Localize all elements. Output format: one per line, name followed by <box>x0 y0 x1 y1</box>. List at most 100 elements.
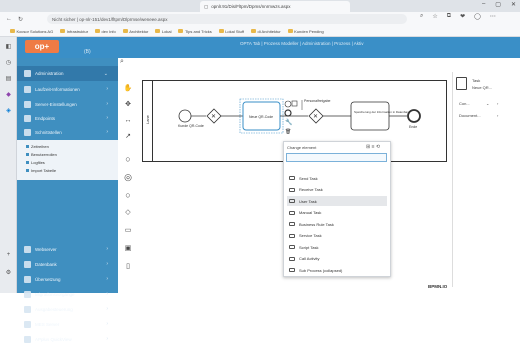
close-icon[interactable]: ✕ <box>511 1 516 8</box>
sidebar-subitem[interactable]: Import Tabelle <box>26 168 56 173</box>
sidebar-item-migration[interactable]: Migrationsvorgänge › <box>17 287 118 301</box>
browser-tab[interactable]: ▢ opnlr.91/Dis/Fltpm/Dpms/nnrmwzs.aspx <box>200 1 350 12</box>
search-icon[interactable]: ⌕ <box>120 58 130 68</box>
task[interactable] <box>350 101 390 131</box>
context-pad-end-icon[interactable] <box>284 109 292 117</box>
bookmark-label: Infrastruktur <box>66 28 89 34</box>
context-pad-event-icon[interactable] <box>284 100 292 108</box>
chevron-icon: › <box>106 321 108 327</box>
sidebar-item-admin[interactable]: Administration ⌄ <box>17 66 118 81</box>
maximize-icon[interactable]: ▢ <box>495 1 501 8</box>
popup-header-icons[interactable]: ⊞ ≡ ⟲ <box>366 144 380 150</box>
address-bar[interactable]: Nicht sicher | op-nlr-151/dev1/fltpm/Dlp… <box>47 14 407 24</box>
change-to-sub-process[interactable]: Sub Process (collapsed) <box>287 265 387 275</box>
zoom-icon[interactable]: ⌕ <box>420 13 423 20</box>
change-to-send-task[interactable]: Send Task <box>287 173 387 183</box>
sidebar-item-label: Endpoints <box>35 115 56 121</box>
sidebar-item-quickview[interactable]: APplus QuickView › <box>17 332 118 346</box>
bookmark-item[interactable]: Kocsor Solutions AG <box>10 29 53 34</box>
intermediate-event-icon[interactable]: ◎ <box>123 172 133 182</box>
start-event[interactable] <box>178 109 192 123</box>
bookmark-item[interactable]: Infrastruktur <box>60 29 88 34</box>
bookmark-label: Lokal Stuff <box>225 28 245 34</box>
lasso-tool-icon[interactable]: ✥ <box>123 100 133 110</box>
hand-tool-icon[interactable]: ✋ <box>123 84 133 94</box>
app-logo: op+ <box>25 40 59 53</box>
bookmark-item[interactable]: dev Info <box>95 29 116 34</box>
url-text: Nicht sicher | op-nlr-151/dev1/fltpm/Dlp… <box>52 16 168 22</box>
sidebar-subitem[interactable]: Logfiles <box>26 160 45 165</box>
chevron-right-icon[interactable]: › <box>497 101 498 106</box>
folder-icon <box>218 29 224 33</box>
history-icon[interactable]: ◷ <box>4 59 13 67</box>
menu-icon[interactable]: ⋯ <box>490 13 496 20</box>
start-event-icon[interactable]: ○ <box>123 154 133 164</box>
collections-icon[interactable]: ◧ <box>4 43 13 51</box>
change-to-business-rule-task[interactable]: Business Rule Task <box>287 219 387 229</box>
profile-icon[interactable]: ◯ <box>474 13 481 20</box>
sidebar-item-runtime[interactable]: Laufzeit-Informationen › <box>17 82 118 96</box>
context-pad-task-icon[interactable] <box>291 100 298 107</box>
bookmark-item[interactable]: Lokal Stuff <box>218 28 245 34</box>
sidebar-item-label: Schnittstellen <box>35 129 62 135</box>
context-pad-wrench-icon[interactable]: 🔧 <box>285 118 292 126</box>
add-icon[interactable]: + <box>4 252 13 260</box>
chevron-icon: ⌄ <box>103 70 108 77</box>
extensions-icon[interactable]: ⧉ <box>447 13 451 20</box>
bookmark-label: Lokal <box>161 28 172 34</box>
end-event[interactable] <box>407 109 421 123</box>
data-object-icon[interactable]: ▯ <box>123 262 133 272</box>
webserver-icon <box>24 245 31 253</box>
sidebar-item-interface[interactable]: Schnittstellen › <box>17 125 118 139</box>
sidebar-item-translation[interactable]: Übersetzung › <box>17 272 118 286</box>
page-icon: ▢ <box>204 3 209 9</box>
sidebar-subitem[interactable]: Zeitreihen <box>26 144 49 149</box>
properties-tab-con[interactable]: Con... <box>459 101 470 106</box>
star-icon[interactable]: ☆ <box>432 13 437 20</box>
element-name-label: Neue QR... <box>472 85 493 90</box>
reload-icon[interactable]: ↻ <box>18 16 23 23</box>
sidebar-item-label: Laufzeit-Informationen <box>35 86 80 92</box>
subprocess-icon[interactable]: ▣ <box>123 244 133 254</box>
reading-icon[interactable]: ▤ <box>4 75 13 83</box>
task-icon[interactable]: ▭ <box>123 226 133 236</box>
gateway-icon[interactable]: ◇ <box>123 208 133 218</box>
sidebar-item-database[interactable]: Datenbank › <box>17 257 118 271</box>
change-to-service-task[interactable]: Service Task <box>287 231 387 241</box>
change-to-call-activity[interactable]: Call Activity <box>287 254 387 264</box>
app-icon[interactable]: ◆ <box>4 91 13 99</box>
space-tool-icon[interactable]: ↔ <box>123 116 133 126</box>
chevron-down-icon[interactable]: ⌄ <box>486 101 489 106</box>
connect-tool-icon[interactable]: ↗ <box>123 132 133 142</box>
change-to-user-task[interactable]: User Task <box>287 196 387 206</box>
sidebar-item-server[interactable]: Server-Einstellungen › <box>17 97 118 111</box>
sidebar-subitem[interactable]: Benutzerrollen <box>26 152 57 157</box>
bookmark-item[interactable]: di Architektur <box>251 29 281 34</box>
sidebar-item-endpoint[interactable]: Endpoints › <box>17 111 118 125</box>
back-icon[interactable]: ← <box>6 16 12 22</box>
bookmark-label: Kocsor Solutions AG <box>16 28 54 34</box>
sidebar-item-mes[interactable]: MES Server › <box>17 317 118 331</box>
chevron-right-icon[interactable]: › <box>497 113 498 118</box>
folder-icon <box>10 29 15 33</box>
sidebar-item-output[interactable]: Ausgabesteuerung › <box>17 302 118 316</box>
settings-icon[interactable]: ⚙ <box>4 269 13 277</box>
folder-icon <box>155 29 161 33</box>
favorites-icon[interactable]: ❤ <box>460 13 465 20</box>
bookmark-item[interactable]: Kunden Pending <box>287 29 324 34</box>
change-to-receive-task[interactable]: Receive Task <box>287 185 387 195</box>
bookmark-item[interactable]: Architektur <box>122 29 148 34</box>
minimize-icon[interactable]: – <box>482 1 485 8</box>
bookmark-item[interactable]: Lokal <box>155 29 171 34</box>
outlook-icon[interactable]: ◈ <box>4 107 13 115</box>
bookmark-item[interactable]: Tips and Tricks <box>178 29 212 34</box>
change-to-script-task[interactable]: Script Task <box>287 242 387 252</box>
sidebar-item-webserver[interactable]: Webserver › <box>17 242 118 256</box>
properties-tab-document[interactable]: Document... <box>459 113 481 118</box>
folder-icon <box>287 29 293 33</box>
context-pad-delete-icon[interactable]: 🗑 <box>285 128 291 135</box>
receive-task-icon <box>289 187 295 192</box>
change-to-manual-task[interactable]: Manual Task <box>287 208 387 218</box>
popup-search-input[interactable] <box>286 153 387 162</box>
end-event-icon[interactable]: ○ <box>123 190 133 200</box>
